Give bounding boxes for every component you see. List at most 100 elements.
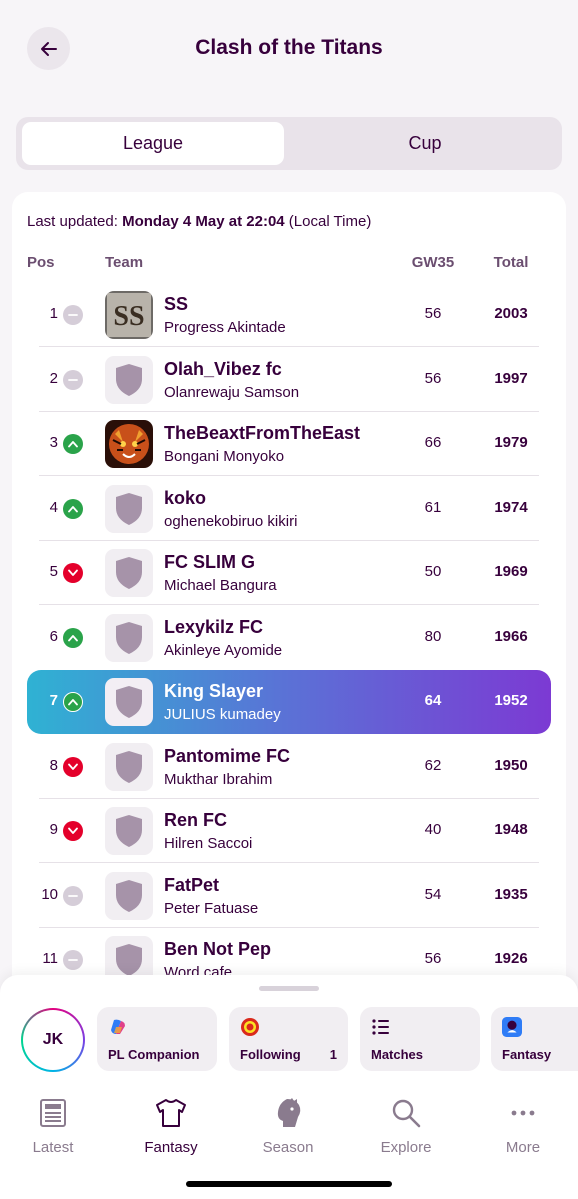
row-position: 10 (41, 885, 58, 903)
newspaper-icon (35, 1095, 71, 1131)
shield-icon (105, 355, 153, 404)
lion-icon (270, 1095, 306, 1131)
gameweek-points: 61 (424, 498, 442, 516)
avatar[interactable]: JK (21, 1008, 85, 1072)
copilot-icon (108, 1017, 128, 1037)
team-name: Lexykilz FC (164, 616, 264, 637)
segmented-control: League Cup (16, 117, 562, 170)
premier-league-icon (502, 1017, 522, 1037)
nav-label: Fantasy (144, 1139, 198, 1156)
manager-name: Peter Fatuase (164, 899, 259, 917)
nav-label: More (505, 1139, 541, 1156)
man-utd-crest-icon (240, 1017, 260, 1037)
following-count: 1 (329, 1047, 337, 1062)
gameweek-points: 66 (424, 434, 442, 451)
row-position: 4 (49, 498, 58, 516)
manager-name: Progress Akintade (164, 319, 286, 336)
tab-league[interactable]: League (22, 122, 284, 165)
nav-fantasy[interactable]: Fantasy (123, 1095, 219, 1165)
shield-icon (105, 742, 153, 791)
row-position: 11 (42, 950, 58, 967)
total-points: 1966 (494, 627, 528, 645)
nav-more[interactable]: More (475, 1095, 571, 1165)
arrow-down-icon (63, 756, 83, 777)
table-row[interactable]: 5 FC SLIM G Michael Bangura 50 1969 (12, 541, 566, 605)
team-name: FC SLIM G (164, 552, 255, 572)
table-row[interactable]: 1 SS SS Progress Akintade 56 2003 (12, 283, 566, 347)
nav-season[interactable]: Season (240, 1095, 336, 1165)
no-change-icon (63, 305, 83, 325)
shortcut-label: Following (240, 1047, 301, 1062)
gameweek-points: 50 (424, 563, 442, 580)
nav-explore[interactable]: Explore (358, 1095, 454, 1165)
tab-cup[interactable]: Cup (294, 122, 556, 165)
shortcut-pl-companion[interactable]: PL Companion (97, 1007, 217, 1071)
avatar-initials: JK (23, 1010, 83, 1070)
arrow-up-icon (63, 498, 83, 519)
more-icon (505, 1095, 541, 1131)
column-header-gw: GW35 (411, 254, 455, 271)
row-position: 3 (49, 434, 58, 451)
arrow-down-icon (63, 821, 83, 841)
shield-icon (105, 678, 153, 726)
table-row[interactable]: 8 Pantomime FC Mukthar Ibrahim 62 1950 (12, 735, 566, 799)
row-position: 1 (49, 305, 58, 322)
team-name: Pantomime FC (164, 745, 291, 766)
total-points: 1950 (494, 756, 528, 774)
total-points: 1935 (494, 885, 528, 903)
arrow-up-icon (63, 627, 83, 648)
svg-text:SS: SS (113, 301, 144, 332)
total-points: 1974 (494, 498, 528, 516)
gameweek-points: 56 (424, 369, 442, 387)
shield-icon (105, 807, 153, 855)
manager-name: Bongani Monyoko (164, 448, 285, 465)
gameweek-points: 64 (424, 692, 442, 709)
team-name: Ren FC (164, 810, 227, 830)
team-name: TheBeaxtFromTheEast (164, 423, 361, 443)
sheet-grabber[interactable] (259, 986, 319, 991)
table-row[interactable]: 9 Ren FC Hilren Saccoi 40 1948 (12, 799, 566, 863)
no-change-icon (63, 950, 83, 970)
search-icon (388, 1095, 424, 1131)
manager-name: oghenekobiruo kikiri (164, 512, 298, 530)
shield-icon (105, 871, 153, 920)
column-header-total: Total (493, 254, 529, 271)
row-position: 2 (49, 369, 58, 387)
manager-name: Mukthar Ibrahim (164, 770, 273, 788)
team-name: King Slayer (164, 681, 264, 701)
table-row[interactable]: 10 FatPet Peter Fatuase 54 1935 (12, 864, 566, 928)
league-table: Last updated: Monday 4 May at 22:04 (Loc… (12, 192, 566, 992)
total-points: 1969 (494, 563, 528, 580)
team-name: Ben Not Pep (164, 939, 272, 959)
row-position: 9 (49, 821, 58, 838)
gameweek-points: 56 (424, 950, 442, 967)
row-position: 8 (49, 756, 58, 774)
team-badge-ss: SS (105, 291, 153, 339)
nav-label: Explore (380, 1139, 432, 1156)
table-row[interactable]: 4 koko oghenekobiruo kikiri 61 1974 (12, 477, 566, 541)
shield-icon (105, 613, 153, 662)
shortcut-matches[interactable]: Matches (360, 1007, 480, 1071)
manager-name: Olanrewaju Samson (164, 383, 300, 401)
gameweek-points: 80 (424, 627, 442, 645)
gameweek-points: 62 (424, 756, 442, 774)
gameweek-points: 40 (424, 821, 442, 838)
team-name: koko (164, 487, 207, 508)
team-name: FatPet (164, 874, 220, 895)
shortcut-label: Matches (371, 1047, 424, 1062)
nav-latest[interactable]: Latest (5, 1095, 101, 1165)
total-points: 1997 (494, 369, 528, 387)
table-row-current-user[interactable]: 7 King Slayer JULIUS kumadey 64 1952 (27, 670, 551, 734)
table-row[interactable]: 6 Lexykilz FC Akinleye Ayomide 80 1966 (12, 606, 566, 670)
table-row[interactable]: 3 TheBeaxtFromTheEast Bongani Monyoko 66 197… (12, 412, 566, 476)
gameweek-points: 54 (424, 885, 442, 903)
team-name: SS (164, 294, 189, 314)
shortcut-fantasy[interactable]: Fantasy (491, 1007, 578, 1071)
table-row[interactable]: 2 Olah_Vibez fc Olanrewaju Samson 56 1997 (12, 348, 566, 412)
team-badge-tiger (105, 420, 153, 468)
last-updated: Last updated: Monday 4 May at 22:04 (Loc… (27, 213, 372, 230)
shortcut-following[interactable]: Following 1 (229, 1007, 348, 1071)
column-header-pos: Pos (27, 254, 55, 271)
nav-label: Season (262, 1139, 314, 1156)
total-points: 1979 (494, 434, 528, 451)
